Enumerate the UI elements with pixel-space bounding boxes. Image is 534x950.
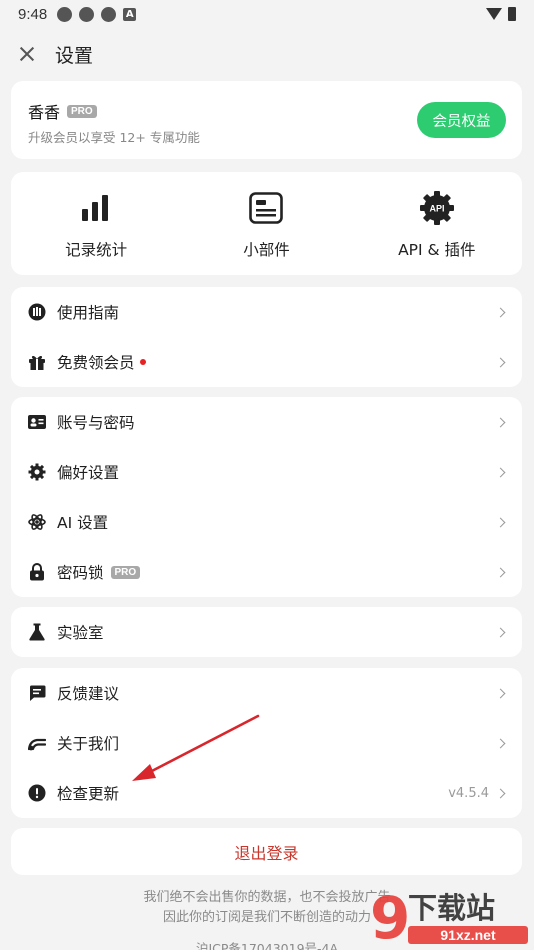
logout-label: 退出登录 [234,843,299,863]
member-benefits-button[interactable]: 会员权益 [417,102,506,138]
chevron-right-icon [495,357,506,367]
row-label: 账号与密码 [57,414,135,432]
row-feedback[interactable]: 反馈建议 [11,668,522,718]
tool-label: API & 插件 [398,241,476,259]
watermark-logo: 9 下载站 91xz.net [370,884,528,950]
gear-icon [28,463,46,481]
profile-subtitle: 升级会员以享受 12+ 专属功能 [28,130,200,145]
pro-badge: PRO [110,565,141,579]
top-bar: 设置 [0,36,534,72]
pro-badge: PRO [67,104,97,118]
row-label: 检查更新 [57,785,120,803]
guide-book-icon [28,303,46,321]
status-bar: 9:48 A [0,0,534,28]
atom-icon [28,513,46,531]
row-free-membership[interactable]: 免费领会员 [11,337,522,387]
row-label: 使用指南 [57,304,120,322]
settings-group-about: 反馈建议 关于我们 检查更新 v4.5.4 [11,668,522,818]
svg-text:91xz.net: 91xz.net [440,927,496,943]
gift-icon [28,353,46,371]
tool-api-plugins[interactable]: API API & 插件 [352,172,522,275]
row-lab[interactable]: 实验室 [11,607,522,657]
notification-icons: A [57,6,137,22]
bar-chart-icon [78,190,114,226]
page-title: 设置 [55,44,94,67]
alert-circle-icon [28,784,46,802]
row-label: 免费领会员 [57,354,135,372]
row-passcode-lock[interactable]: 密码锁 PRO [11,547,522,597]
row-user-guide[interactable]: 使用指南 [11,287,522,337]
settings-group-account: 账号与密码 偏好设置 AI 设置 密码锁 PRO [11,397,522,597]
settings-group-lab: 实验室 [11,607,522,657]
chevron-right-icon [495,688,506,698]
profile-name: 香香 [28,103,61,122]
tools-card: 记录统计 小部件 API API & 插件 [11,172,522,275]
profile-card[interactable]: 香香 PRO 升级会员以享受 12+ 专属功能 会员权益 [11,81,522,159]
tool-label: 小部件 [243,241,290,259]
app-notification-icon [57,6,73,22]
status-time: 9:48 [18,5,48,23]
row-label: 偏好设置 [57,464,120,482]
row-preferences[interactable]: 偏好设置 [11,447,522,497]
flask-icon [28,623,46,641]
row-ai-settings[interactable]: AI 设置 [11,497,522,547]
version-value: v4.5.4 [448,785,489,801]
a-notification-icon: A [123,7,137,21]
logout-button[interactable]: 退出登录 [11,828,522,875]
tool-stats[interactable]: 记录统计 [11,172,181,275]
app-notification-icon [79,6,95,22]
chevron-right-icon [495,417,506,427]
feedback-icon [28,684,46,702]
about-icon [28,734,46,752]
chevron-right-icon [495,467,506,477]
svg-text:9: 9 [370,884,410,950]
chevron-right-icon [495,627,506,637]
widget-icon [248,190,284,226]
tool-widgets[interactable]: 小部件 [181,172,351,275]
row-account-password[interactable]: 账号与密码 [11,397,522,447]
tool-label: 记录统计 [65,241,128,259]
settings-group-help: 使用指南 免费领会员 [11,287,522,387]
id-card-icon [28,413,46,431]
chevron-right-icon [495,788,506,798]
chevron-right-icon [495,517,506,527]
app-notification-icon [101,6,117,22]
row-label: 实验室 [57,624,104,642]
chevron-right-icon [495,307,506,317]
chevron-right-icon [495,567,506,577]
wifi-icon [486,8,502,20]
row-label: AI 设置 [57,514,109,532]
battery-icon [508,7,516,21]
row-about-us[interactable]: 关于我们 [11,718,522,768]
row-label: 密码锁 [57,564,104,582]
svg-text:下载站: 下载站 [408,891,495,925]
svg-text:API: API [429,204,444,214]
new-indicator-dot [139,359,146,365]
row-label: 关于我们 [57,735,120,753]
row-label: 反馈建议 [57,685,120,703]
chevron-right-icon [495,738,506,748]
row-check-update[interactable]: 检查更新 v4.5.4 [11,768,522,818]
api-gear-icon: API [419,190,455,226]
close-icon[interactable] [16,43,38,65]
lock-icon [28,563,46,581]
